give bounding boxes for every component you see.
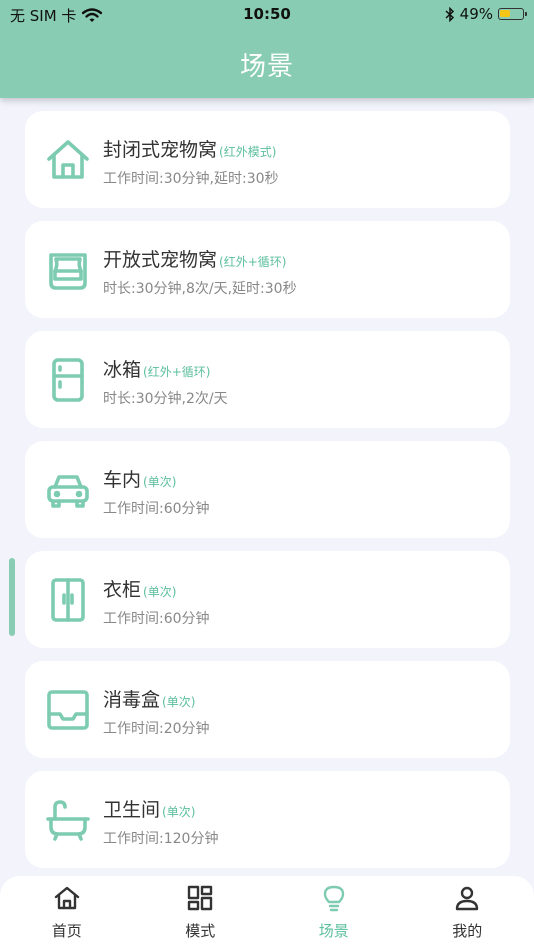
scene-mode-tag: (单次): [162, 695, 196, 709]
status-right: 49%: [445, 5, 527, 23]
pet-bed-icon: [49, 253, 87, 290]
scene-card-fridge[interactable]: 冰箱 (红外+循环) 时长:30分钟,2次/天: [25, 331, 510, 428]
battery-level: [500, 10, 510, 17]
scene-card-bathroom[interactable]: 卫生间 (单次) 工作时间:120分钟: [25, 771, 510, 868]
scene-title: 车内 (单次): [103, 469, 177, 491]
scene-detail: 工作时间:120分钟: [103, 831, 219, 847]
scene-mode-tag: (单次): [143, 585, 177, 599]
scene-detail: 工作时间:30分钟,延时:30秒: [103, 171, 279, 187]
tab-label: 首页: [51, 922, 82, 940]
tab-scene[interactable]: 场景: [267, 876, 401, 950]
tab-bar: 首页 模式 场景 我的: [0, 876, 534, 950]
bulb-icon: [323, 885, 344, 912]
scene-card-sterilizer-box[interactable]: 消毒盒 (单次) 工作时间:20分钟: [25, 661, 510, 758]
tab-mine[interactable]: 我的: [401, 876, 534, 950]
scene-title: 冰箱 (红外+循环): [103, 359, 211, 381]
fridge-icon: [52, 358, 84, 402]
scene-card-open-pet-nest[interactable]: 开放式宠物窝 (红外+循环) 时长:30分钟,8次/天,延时:30秒: [25, 221, 510, 318]
tab-label: 模式: [185, 922, 216, 940]
scene-detail: 工作时间:60分钟: [103, 501, 210, 517]
app-header: 无 SIM 卡 10:50 49% 场景: [0, 0, 534, 98]
battery-percent: 49%: [459, 5, 493, 23]
scene-mode-tag: (红外+循环): [143, 365, 211, 379]
status-bar: 无 SIM 卡 10:50 49%: [0, 0, 534, 28]
tab-label: 我的: [452, 922, 483, 940]
scene-title: 衣柜 (单次): [103, 579, 177, 601]
tab-home[interactable]: 首页: [0, 876, 134, 950]
scene-detail: 时长:30分钟,8次/天,延时:30秒: [103, 281, 297, 297]
battery-icon: [498, 8, 527, 20]
tray-icon: [47, 690, 89, 730]
scene-title: 卫生间 (单次): [103, 799, 196, 821]
scene-title: 开放式宠物窝 (红外+循环): [103, 249, 287, 271]
grid-icon: [188, 885, 213, 911]
bathtub-icon: [46, 800, 90, 841]
scene-mode-tag: (红外模式): [219, 145, 277, 159]
scene-mode-tag: (单次): [143, 475, 177, 489]
bluetooth-icon: [445, 6, 454, 22]
scene-detail: 工作时间:60分钟: [103, 611, 210, 627]
scene-card-wardrobe[interactable]: 衣柜 (单次) 工作时间:60分钟: [25, 551, 510, 648]
house-icon: [47, 140, 89, 179]
scene-card-closed-pet-nest[interactable]: 封闭式宠物窝 (红外模式) 工作时间:30分钟,延时:30秒: [25, 111, 510, 208]
scene-detail: 工作时间:20分钟: [103, 721, 210, 737]
tab-mode[interactable]: 模式: [134, 876, 268, 950]
scene-title: 消毒盒 (单次): [103, 689, 196, 711]
scene-list: 封闭式宠物窝 (红外模式) 工作时间:30分钟,延时:30秒 开放式宠物窝 (红外+…: [25, 111, 510, 881]
scene-title: 封闭式宠物窝 (红外模式): [103, 139, 277, 161]
home-icon: [54, 886, 79, 910]
scroll-indicator[interactable]: [9, 558, 15, 636]
scene-mode-tag: (单次): [162, 805, 196, 819]
scene-card-car[interactable]: 车内 (单次) 工作时间:60分钟: [25, 441, 510, 538]
wardrobe-icon: [51, 578, 85, 622]
tab-label: 场景: [318, 922, 349, 940]
page-title: 场景: [239, 52, 294, 82]
user-icon: [456, 886, 479, 911]
car-icon: [47, 475, 89, 508]
scene-mode-tag: (红外+循环): [219, 255, 287, 269]
scene-detail: 时长:30分钟,2次/天: [103, 391, 228, 407]
